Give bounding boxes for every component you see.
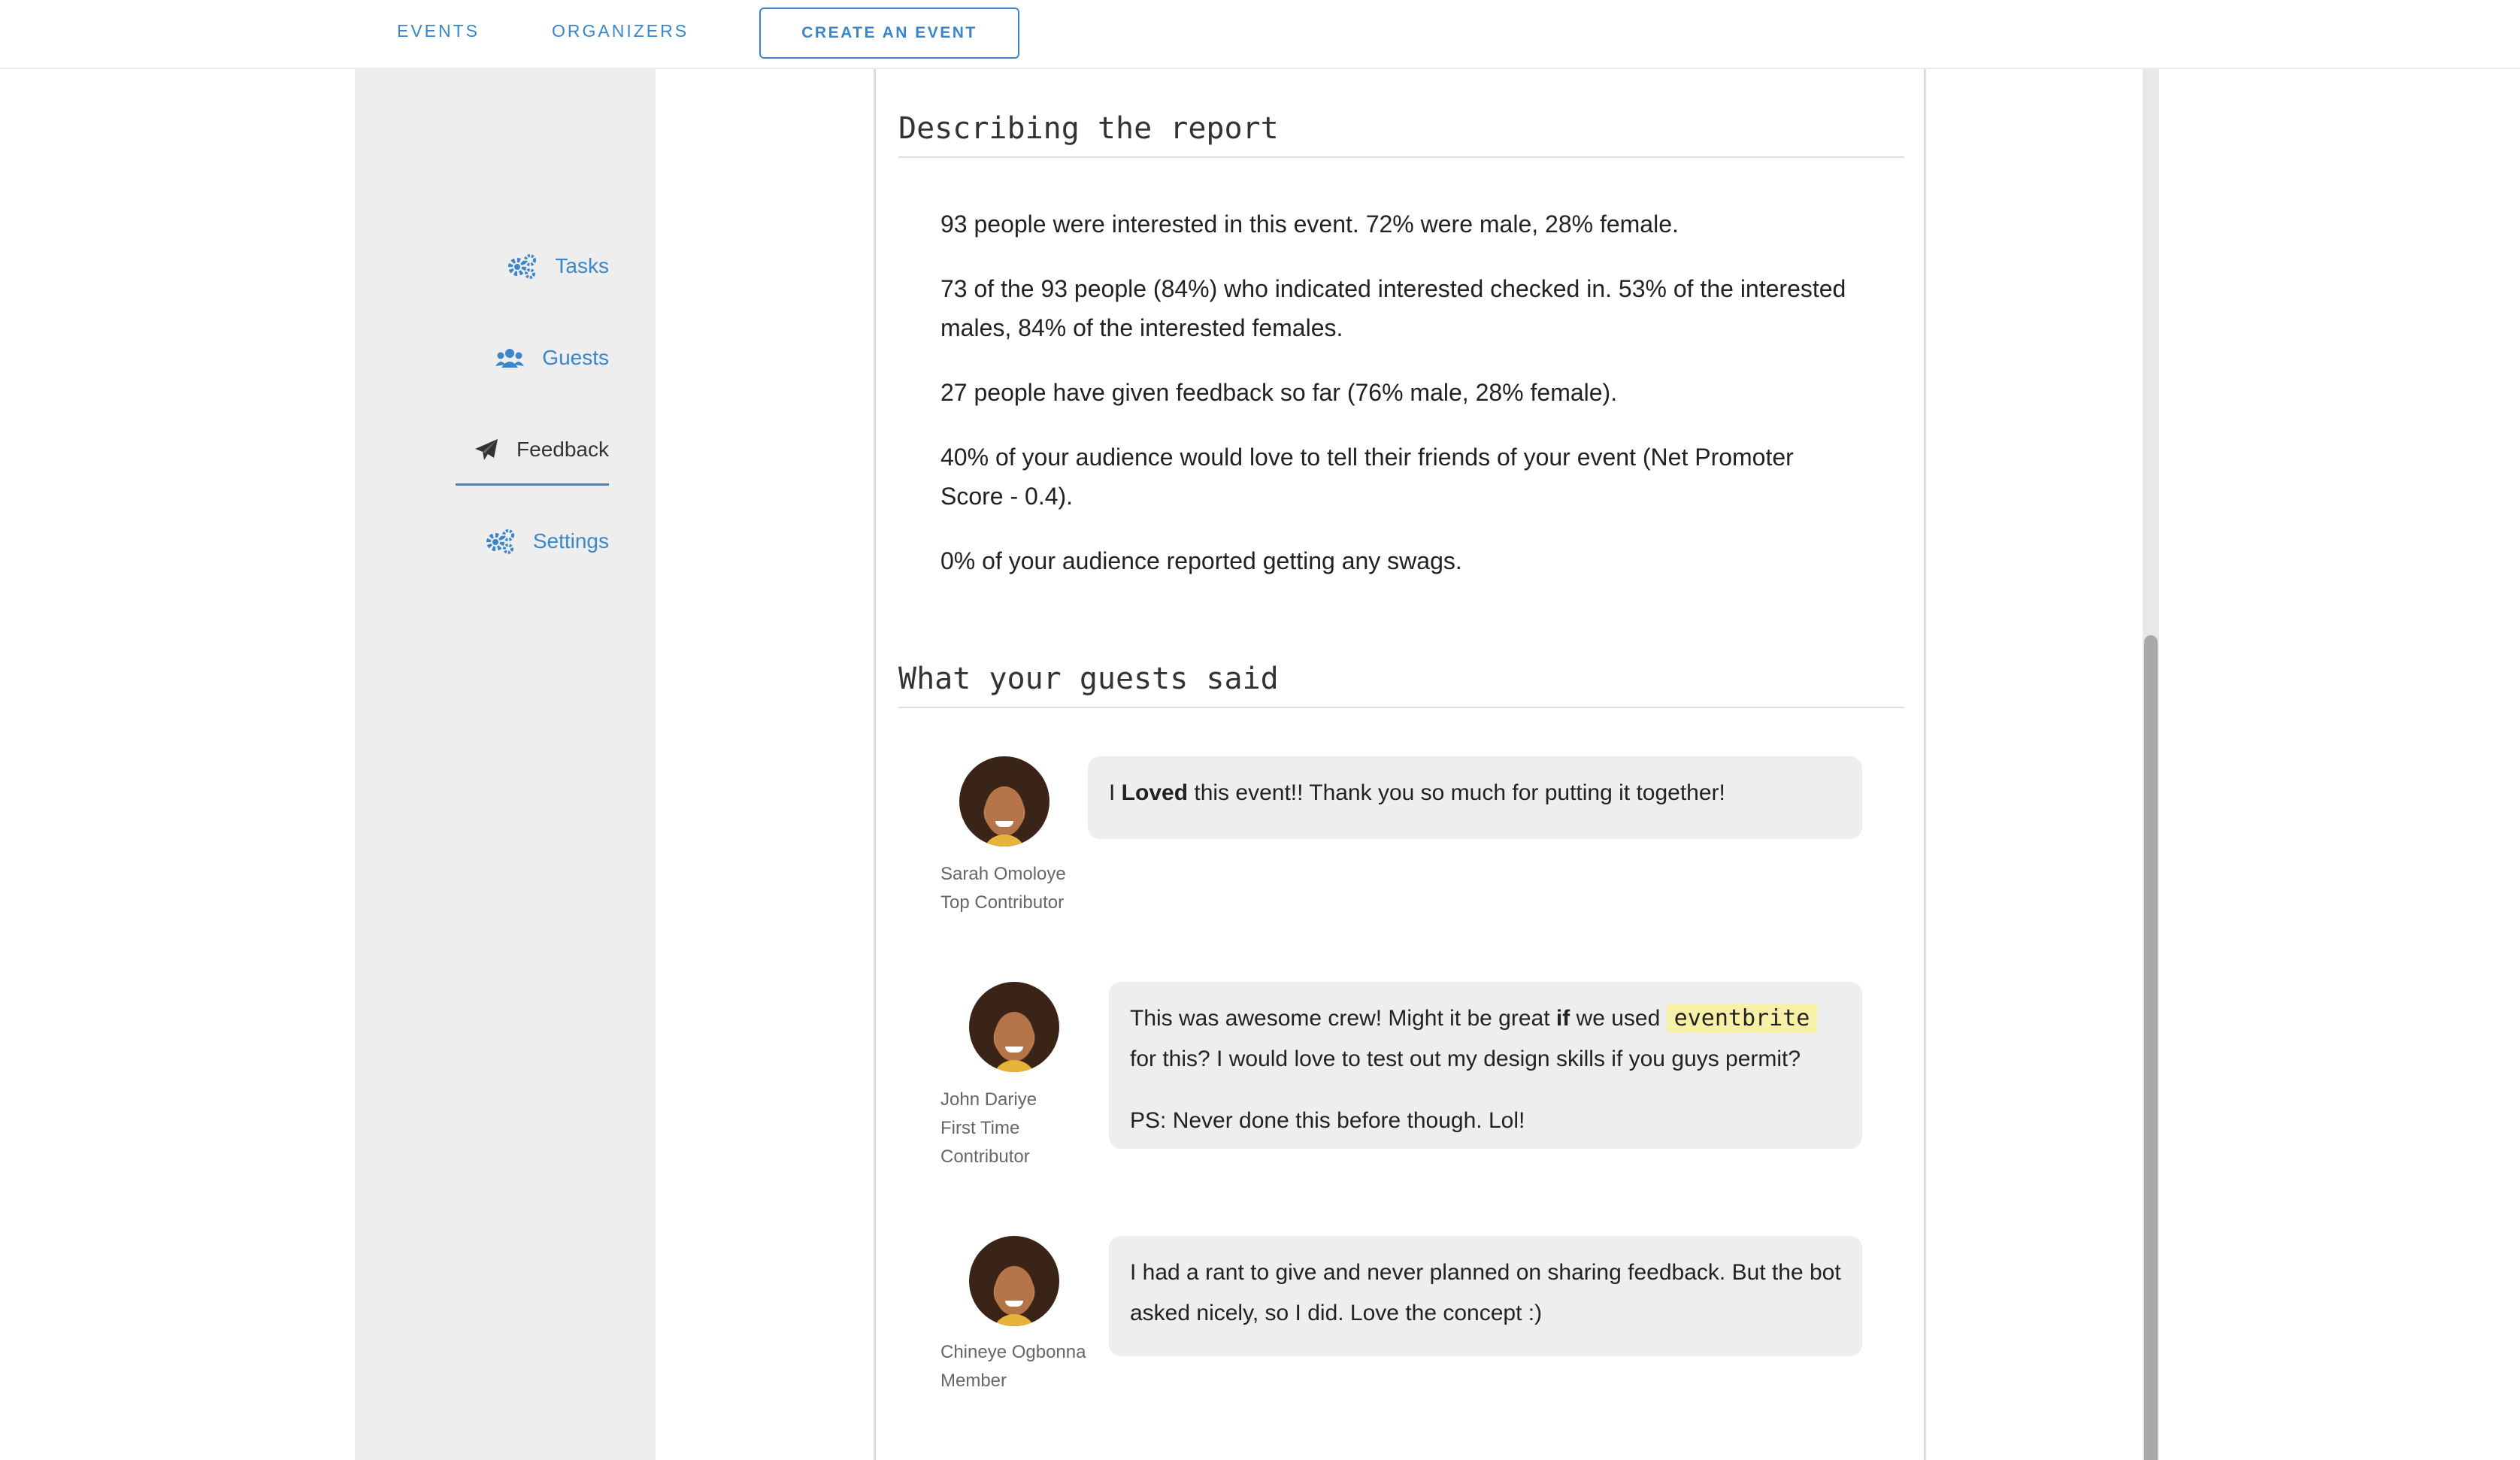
sidebar-item-tasks[interactable]: Tasks [507,244,609,289]
sidebar-item-feedback[interactable]: Feedback [474,427,609,472]
author-role: Member [940,1371,1007,1391]
report-line: 73 of the 93 people (84%) who indicated … [940,275,1846,341]
avatar [959,756,1049,847]
sidebar-item-settings[interactable]: Settings [485,519,609,564]
feedback-bubble: I Loved this event!! Thank you so much f… [1088,756,1862,839]
author-role: Top Contributor [940,892,1065,913]
bubble-text: for this? I would love to test out my de… [1130,1047,1801,1071]
bubble-text: I [1109,780,1122,805]
bubble-text: this event!! Thank you so much for putti… [1188,780,1725,805]
bubble-paragraph: PS: Never done this before though. Lol! [1130,1108,1525,1133]
author-name: Chineye Ogbonna [940,1342,1086,1362]
sidebar [355,69,656,1460]
paper-plane-icon [474,438,498,461]
sidebar-item-guests[interactable]: Guests [495,335,609,380]
feedback-author: Sarah Omoloye Top Contributor [940,860,1066,917]
top-nav: EVENTS ORGANIZERS CREATE AN EVENT [0,0,2520,69]
feedback-author: John Dariye First Time Contributor [940,1086,1037,1171]
feedback-bubble: I had a rant to give and never planned o… [1109,1236,1862,1356]
bubble-text: we used [1570,1006,1667,1031]
feedback-author: Chineye Ogbonna Member [940,1338,1086,1395]
author-name: John Dariye [940,1089,1037,1110]
bubble-paragraph: This was awesome crew! Might it be great… [1130,998,1841,1080]
sidebar-item-label: Feedback [516,438,609,461]
gears-icon [485,529,515,554]
sidebar-item-label: Settings [532,529,609,553]
code-highlight: eventbrite [1666,1004,1818,1033]
author-role: First Time [940,1118,1020,1138]
report-line: 93 people were interested in this event.… [940,211,1679,238]
report-line: 0% of your audience reported getting any… [940,547,1462,574]
sidebar-item-label: Guests [542,346,609,369]
feedback-section-title: What your guests said [898,662,1904,708]
report-line: 40% of your audience would love to tell … [940,444,1794,510]
sidebar-item-label: Tasks [555,254,609,277]
bubble-text: This was awesome crew! Might it be great [1130,1006,1556,1031]
users-icon [495,348,525,368]
scrollbar-thumb[interactable] [2144,635,2158,1460]
avatar [969,982,1059,1072]
feedback-bubble: This was awesome crew! Might it be great… [1109,982,1862,1149]
create-event-button[interactable]: CREATE AN EVENT [759,8,1019,59]
content-card: Describing the report 93 people were int… [874,69,1926,1460]
author-role: Contributor [940,1146,1030,1167]
gears-icon [507,253,537,279]
author-name: Sarah Omoloye [940,864,1066,884]
nav-organizers-link[interactable]: ORGANIZERS [552,21,689,41]
active-tab-underline [456,483,609,486]
bubble-bold-text: Loved [1121,780,1189,805]
avatar [969,1236,1059,1326]
bubble-bold-text: if [1555,1006,1570,1031]
nav-events-link[interactable]: EVENTS [397,21,480,41]
report-section-title: Describing the report [898,111,1904,158]
report-line: 27 people have given feedback so far (76… [940,379,1618,406]
